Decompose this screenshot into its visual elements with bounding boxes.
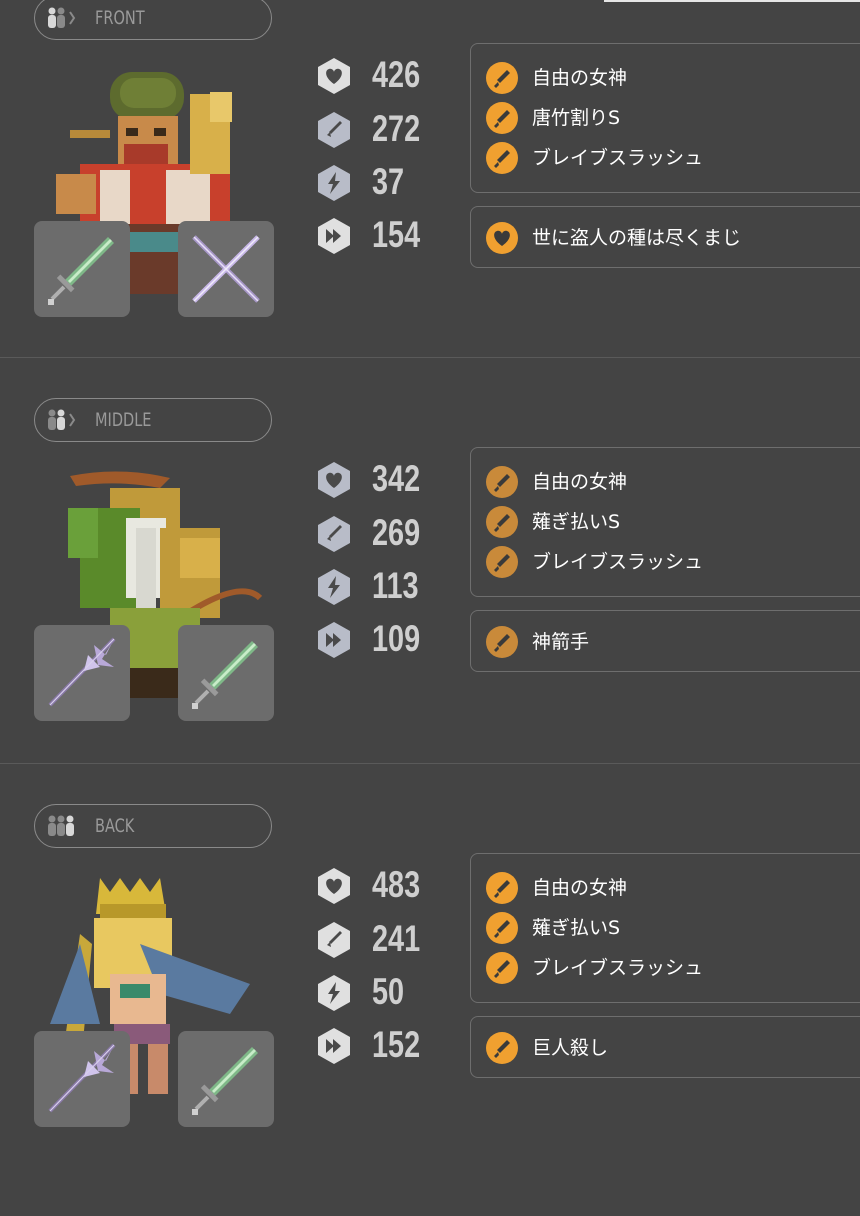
sword-skill-icon xyxy=(486,872,518,904)
sword-skill-icon xyxy=(486,952,518,984)
unit-card-front: FRONT 426 272 37 154 自由の女神 唐竹割りS ブレイブスラッ… xyxy=(0,0,860,406)
skill-list: 自由の女神 薙ぎ払いS ブレイブスラッシュ xyxy=(470,853,860,1003)
skill-item[interactable]: 唐竹割りS xyxy=(471,97,860,137)
attack-value: 241 xyxy=(372,918,421,959)
hp-value: 483 xyxy=(372,864,421,905)
skill-list: 自由の女神 唐竹割りS ブレイブスラッシュ xyxy=(470,43,860,193)
position-badge: MIDDLE xyxy=(34,398,272,442)
skill-name: 自由の女神 xyxy=(532,877,628,899)
speed-value: 109 xyxy=(372,618,421,659)
lightning-stat-icon xyxy=(318,165,350,201)
position-label: FRONT xyxy=(95,7,145,29)
speed-stat-icon xyxy=(318,622,350,658)
skill-name: 唐竹割りS xyxy=(532,107,621,129)
skill-value: 113 xyxy=(372,565,419,606)
weapon-slot-2[interactable] xyxy=(178,1031,274,1127)
sword-skill-icon xyxy=(486,102,518,134)
sword-skill-icon xyxy=(486,142,518,174)
green-sword-icon xyxy=(192,1047,258,1115)
position-badge: FRONT xyxy=(34,0,272,40)
weapon-slot-1[interactable] xyxy=(34,221,130,317)
section-divider xyxy=(0,357,860,358)
skill-name: 自由の女神 xyxy=(532,67,628,89)
weapon-slot-1[interactable] xyxy=(34,1031,130,1127)
sword-icon xyxy=(486,626,518,658)
unit-card-middle: MIDDLE 342 269 113 109 自由の女神 薙ぎ払いS ブレイブス… xyxy=(0,398,860,810)
skill-item[interactable]: ブレイブスラッシュ xyxy=(471,541,860,581)
skill-name: 薙ぎ払いS xyxy=(532,511,621,533)
sword-icon xyxy=(486,1032,518,1064)
ability-box: 巨人殺し xyxy=(470,1016,860,1078)
skill-item[interactable]: ブレイブスラッシュ xyxy=(471,137,860,177)
position-label: BACK xyxy=(95,815,135,837)
skill-value: 50 xyxy=(372,971,405,1012)
purple-halberd-icon xyxy=(48,637,116,707)
skill-list: 自由の女神 薙ぎ払いS ブレイブスラッシュ xyxy=(470,447,860,597)
skill-item[interactable]: 自由の女神 xyxy=(471,57,860,97)
attack-value: 272 xyxy=(372,108,421,149)
skill-value: 37 xyxy=(372,161,405,202)
skill-item[interactable]: 薙ぎ払いS xyxy=(471,501,860,541)
skill-name: ブレイブスラッシュ xyxy=(532,957,704,979)
skill-name: ブレイブスラッシュ xyxy=(532,551,704,573)
heart-stat-icon xyxy=(318,58,350,94)
party-front-icon xyxy=(48,7,76,28)
speed-value: 154 xyxy=(372,214,421,255)
party-back-icon xyxy=(48,815,74,836)
skill-item[interactable]: ブレイブスラッシュ xyxy=(471,947,860,987)
sword-stat-icon xyxy=(318,112,350,148)
skill-item[interactable]: 自由の女神 xyxy=(471,461,860,501)
hp-value: 342 xyxy=(372,458,421,499)
purple-halberd-icon xyxy=(48,1043,116,1113)
skill-item[interactable]: 薙ぎ払いS xyxy=(471,907,860,947)
sword-skill-icon xyxy=(486,466,518,498)
ability-item[interactable]: 世に盗人の種は尽くまじ xyxy=(471,217,860,257)
heart-stat-icon xyxy=(318,462,350,498)
weapon-slot-2[interactable] xyxy=(178,625,274,721)
skill-item[interactable]: 自由の女神 xyxy=(471,867,860,907)
ability-name: 神箭手 xyxy=(532,631,590,653)
ability-name: 巨人殺し xyxy=(532,1037,609,1059)
weapon-slot-1[interactable] xyxy=(34,625,130,721)
skill-name: 自由の女神 xyxy=(532,471,628,493)
position-label: MIDDLE xyxy=(95,409,152,431)
sword-skill-icon xyxy=(486,62,518,94)
speed-value: 152 xyxy=(372,1024,421,1065)
green-sword-icon xyxy=(192,641,258,709)
lightning-stat-icon xyxy=(318,975,350,1011)
ability-item[interactable]: 神箭手 xyxy=(471,621,860,661)
heart-stat-icon xyxy=(318,868,350,904)
ability-name: 世に盗人の種は尽くまじ xyxy=(532,227,742,249)
purple-cross-blade-icon xyxy=(192,235,260,303)
sword-skill-icon xyxy=(486,912,518,944)
heart-icon xyxy=(486,222,518,254)
speed-stat-icon xyxy=(318,1028,350,1064)
hp-value: 426 xyxy=(372,54,421,95)
weapon-slot-2[interactable] xyxy=(178,221,274,317)
sword-skill-icon xyxy=(486,546,518,578)
sword-skill-icon xyxy=(486,506,518,538)
speed-stat-icon xyxy=(318,218,350,254)
ability-box: 世に盗人の種は尽くまじ xyxy=(470,206,860,268)
unit-card-back: BACK 483 241 50 152 自由の女神 薙ぎ払いS ブレイブスラッシ… xyxy=(0,804,860,1216)
skill-name: ブレイブスラッシュ xyxy=(532,147,704,169)
ability-item[interactable]: 巨人殺し xyxy=(471,1027,860,1067)
ability-box: 神箭手 xyxy=(470,610,860,672)
party-middle-icon xyxy=(48,409,76,430)
green-sword-icon xyxy=(48,237,114,305)
section-divider xyxy=(0,763,860,764)
sword-stat-icon xyxy=(318,922,350,958)
position-badge: BACK xyxy=(34,804,272,848)
lightning-stat-icon xyxy=(318,569,350,605)
attack-value: 269 xyxy=(372,512,421,553)
skill-name: 薙ぎ払いS xyxy=(532,917,621,939)
sword-stat-icon xyxy=(318,516,350,552)
